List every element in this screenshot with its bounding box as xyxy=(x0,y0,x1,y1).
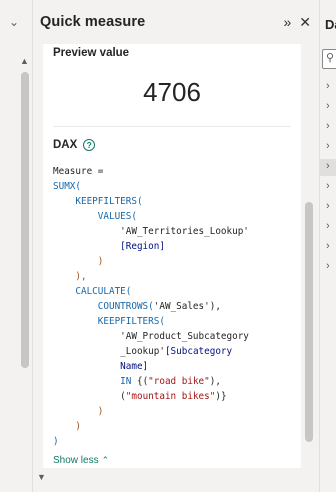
code-line: Name] xyxy=(53,359,293,374)
code-token: IN xyxy=(120,376,132,387)
chevron-right-icon[interactable]: › xyxy=(326,220,330,232)
header-actions: » ✕ xyxy=(283,15,311,29)
code-token: CALCULATE( xyxy=(53,286,132,297)
left-scrollbar-thumb[interactable] xyxy=(21,72,29,368)
left-pane-header: ⌄ xyxy=(0,0,32,44)
code-token: Measure = xyxy=(53,166,104,177)
search-icon: ⚲ xyxy=(326,52,335,64)
code-token: VALUES( xyxy=(53,211,137,222)
chevron-right-icon[interactable]: › xyxy=(326,100,330,112)
chevron-down-icon[interactable]: ⌄ xyxy=(9,15,19,29)
code-line: COUNTROWS('AW_Sales'), xyxy=(53,299,293,314)
code-line: VALUES( xyxy=(53,209,293,224)
code-token: Name] xyxy=(120,361,149,372)
code-line: ) xyxy=(53,254,293,269)
search-input[interactable]: ⚲ xyxy=(322,49,336,69)
code-token: )} xyxy=(215,391,227,402)
code-token: 'AW_Sales' xyxy=(153,301,210,312)
code-token: COUNTROWS( xyxy=(53,301,154,312)
code-line: _Lookup'[Subcategory xyxy=(53,344,293,359)
code-token: _Lookup' xyxy=(120,346,165,357)
code-token: ) xyxy=(53,421,81,432)
chevron-right-icon[interactable]: › xyxy=(326,80,330,92)
chevron-right-icon[interactable]: › xyxy=(326,200,330,212)
code-line: IN {("road bike"), xyxy=(53,374,293,389)
code-token: KEEPFILTERS( xyxy=(53,196,143,207)
chevron-up-icon: ⌃ xyxy=(101,455,110,465)
quick-measure-header: Quick measure » ✕ xyxy=(33,0,319,44)
code-line: CALCULATE( xyxy=(53,284,293,299)
chevron-right-icon[interactable]: › xyxy=(326,260,330,272)
code-line: 'AW_Product_Subcategory xyxy=(53,329,293,344)
code-token: ) xyxy=(53,406,104,417)
code-token: ), xyxy=(209,301,221,312)
code-token: "mountain bikes" xyxy=(125,391,216,402)
preview-value: 4706 xyxy=(143,77,201,107)
code-line: SUMX( xyxy=(53,179,293,194)
code-line: ) xyxy=(53,404,293,419)
code-token: [Subcategory xyxy=(164,346,233,357)
code-line: KEEPFILTERS( xyxy=(53,314,293,329)
code-line: 'AW_Territories_Lookup' xyxy=(53,224,293,239)
code-token: "road bike" xyxy=(148,376,210,387)
expand-icon[interactable]: » xyxy=(283,15,291,29)
chevron-right-icon[interactable]: › xyxy=(326,120,330,132)
caret-up-icon[interactable]: ▲ xyxy=(20,56,29,66)
left-scrollbar[interactable]: ▲ xyxy=(18,56,32,456)
dax-header: DAX ? xyxy=(53,139,96,151)
chevron-right-icon[interactable]: › xyxy=(326,240,330,252)
code-line: [Region] xyxy=(53,239,293,254)
code-token: ) xyxy=(53,436,59,447)
code-line: ) xyxy=(53,419,293,434)
left-collapsed-pane: ⌄ ▲ xyxy=(0,0,33,492)
code-line: ) xyxy=(53,434,293,449)
code-token: {( xyxy=(131,376,149,387)
code-line: KEEPFILTERS( xyxy=(53,194,293,209)
data-pane: Da ⚲ › › › › › › › › › › xyxy=(319,0,336,492)
code-token: KEEPFILTERS( xyxy=(53,316,165,327)
chevron-right-icon[interactable]: › xyxy=(326,180,330,192)
chevron-right-icon[interactable]: › xyxy=(326,140,330,152)
data-pane-title: Da xyxy=(325,17,336,32)
help-icon[interactable]: ? xyxy=(83,139,96,151)
code-token: SUMX( xyxy=(53,181,81,192)
code-token: ), xyxy=(53,271,87,282)
code-line: ("mountain bikes")} xyxy=(53,389,293,404)
chevron-right-icon[interactable]: › xyxy=(326,160,330,172)
code-token: 'AW_Product_Subcategory xyxy=(120,331,249,342)
quick-measure-title: Quick measure xyxy=(40,14,146,30)
code-token: 'AW_Territories_Lookup' xyxy=(120,226,249,237)
dax-label: DAX xyxy=(53,139,78,151)
preview-card: Preview value 4706 DAX ? Measure = SUMX( … xyxy=(43,44,301,468)
preview-value-label: Preview value xyxy=(53,47,130,59)
app-root: ⌄ ▲ Quick measure » ✕ Preview value 4706… xyxy=(0,0,336,492)
quick-measure-pane: Quick measure » ✕ Preview value 4706 DAX… xyxy=(33,0,319,492)
code-line: Measure = xyxy=(53,164,293,179)
caret-down-icon[interactable]: ▼ xyxy=(37,472,46,482)
code-token: [Region] xyxy=(120,241,165,252)
dax-code-block[interactable]: Measure = SUMX( KEEPFILTERS( VALUES( 'AW_… xyxy=(53,164,293,449)
show-less-label: Show less xyxy=(53,455,99,466)
code-line: ), xyxy=(53,269,293,284)
divider xyxy=(53,126,291,127)
code-token: ), xyxy=(209,376,221,387)
close-icon[interactable]: ✕ xyxy=(299,15,311,29)
code-token: ) xyxy=(53,256,104,267)
show-less-link[interactable]: Show less ⌃ xyxy=(53,455,109,466)
pane-scrollbar-thumb[interactable] xyxy=(305,202,313,442)
